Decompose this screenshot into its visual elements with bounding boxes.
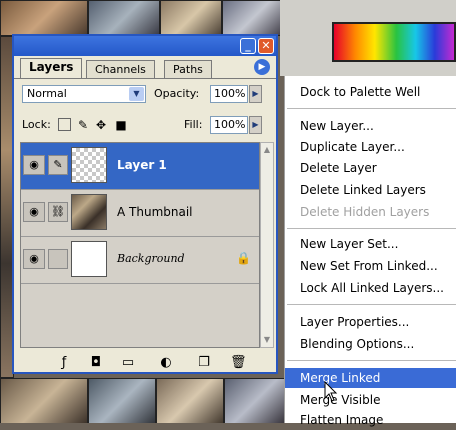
- menu-item-delete-hidden-layers: Delete Hidden Layers: [300, 205, 430, 219]
- menu-item-blending-options[interactable]: Blending Options...: [300, 334, 414, 354]
- menu-item-delete-layer[interactable]: Delete Layer: [300, 158, 377, 178]
- eye-icon[interactable]: ◉: [23, 249, 45, 269]
- menu-item-dock-to-palette-well[interactable]: Dock to Palette Well: [300, 82, 420, 102]
- blend-mode-value: Normal: [27, 87, 67, 100]
- opacity-input[interactable]: 100%: [210, 85, 248, 103]
- menu-item-new-layer[interactable]: New Layer...: [300, 116, 374, 136]
- palette-footer: ƒ ◘ ▭ ◐ ❐ 🗑: [14, 354, 276, 372]
- layer-list-scrollbar[interactable]: ▲ ▼: [260, 142, 274, 348]
- layer-name[interactable]: A Thumbnail: [117, 205, 193, 219]
- mouse-pointer-icon: [324, 381, 338, 402]
- layer-style-icon[interactable]: ƒ: [56, 355, 72, 371]
- eye-icon[interactable]: ◉: [23, 155, 45, 175]
- menu-item-merge-visible[interactable]: Merge Visible: [300, 390, 380, 410]
- new-set-icon[interactable]: ▭: [120, 355, 136, 371]
- blend-opacity-row: Normal ▼ Opacity: 100% ▶: [22, 85, 270, 105]
- palette-menu-arrow-icon[interactable]: ▶: [254, 59, 270, 75]
- layer-row-background[interactable]: ◉ Background 🔒: [21, 237, 259, 284]
- chevron-down-icon[interactable]: ▼: [129, 87, 144, 101]
- blend-mode-select[interactable]: Normal ▼: [22, 85, 146, 103]
- layer-mask-icon[interactable]: ◘: [88, 355, 104, 371]
- adjustment-layer-icon[interactable]: ◐: [158, 355, 174, 371]
- menu-item-delete-linked-layers[interactable]: Delete Linked Layers: [300, 180, 426, 200]
- brush-icon[interactable]: ✎: [48, 155, 68, 175]
- opacity-slider-arrow-icon[interactable]: ▶: [249, 85, 262, 103]
- opacity-label: Opacity:: [154, 87, 200, 100]
- new-layer-icon[interactable]: ❐: [196, 355, 212, 371]
- menu-separator: [287, 108, 456, 109]
- fill-slider-arrow-icon[interactable]: ▶: [249, 116, 262, 134]
- color-spectrum-bar[interactable]: [332, 22, 456, 62]
- tab-layers[interactable]: Layers: [20, 58, 83, 78]
- layer-thumbnail: [71, 194, 107, 230]
- lock-label: Lock:: [22, 118, 51, 131]
- lock-all-icon[interactable]: ■: [114, 118, 128, 132]
- lock-fill-row: Lock: ✎ ✥ ■ Fill: 100% ▶: [22, 116, 270, 136]
- layer-thumbnail: [71, 147, 107, 183]
- menu-item-flatten-image[interactable]: Flatten Image: [300, 410, 383, 430]
- layers-palette: _ ✕ Layers Channels Paths ▶ Normal ▼ Opa…: [12, 34, 278, 374]
- scroll-up-icon[interactable]: ▲: [261, 143, 273, 157]
- layer-name[interactable]: Background: [117, 252, 185, 265]
- link-icon[interactable]: ⛓: [48, 202, 68, 222]
- palette-tabs: Layers Channels Paths ▶: [20, 58, 272, 78]
- layer-thumbnail: [71, 241, 107, 277]
- layer-name[interactable]: Layer 1: [117, 158, 167, 172]
- lock-position-move-icon[interactable]: ✥: [94, 118, 108, 132]
- fill-input[interactable]: 100%: [210, 116, 248, 134]
- menu-item-layer-properties[interactable]: Layer Properties...: [300, 312, 409, 332]
- menu-separator: [287, 228, 456, 229]
- lock-icon: 🔒: [236, 251, 251, 265]
- menu-separator: [287, 360, 456, 361]
- layer-list: ◉ ✎ Layer 1 ◉ ⛓ A Thumbnail ◉ Background…: [20, 142, 260, 348]
- fill-label: Fill:: [184, 118, 203, 131]
- eye-icon[interactable]: ◉: [23, 202, 45, 222]
- menu-separator: [287, 304, 456, 305]
- tab-divider: [14, 78, 276, 79]
- lock-image-brush-icon[interactable]: ✎: [76, 118, 90, 132]
- menu-item-lock-all-linked-layers[interactable]: Lock All Linked Layers...: [300, 278, 444, 298]
- menu-item-merge-linked[interactable]: Merge Linked: [300, 368, 380, 388]
- layer-row-a-thumbnail[interactable]: ◉ ⛓ A Thumbnail: [21, 190, 259, 237]
- palette-titlebar[interactable]: _ ✕: [14, 36, 276, 56]
- menu-item-new-set-from-linked[interactable]: New Set From Linked...: [300, 256, 438, 276]
- empty-link-slot[interactable]: [48, 249, 68, 269]
- scroll-down-icon[interactable]: ▼: [261, 333, 273, 347]
- layers-palette-menu: Dock to Palette Well New Layer... Duplic…: [284, 76, 456, 427]
- minimize-icon[interactable]: _: [240, 38, 256, 54]
- trash-icon[interactable]: 🗑: [230, 355, 247, 371]
- tab-channels[interactable]: Channels: [86, 60, 155, 78]
- layer-row-layer-1[interactable]: ◉ ✎ Layer 1: [21, 143, 259, 190]
- menu-item-duplicate-layer[interactable]: Duplicate Layer...: [300, 137, 405, 157]
- close-icon[interactable]: ✕: [258, 38, 274, 54]
- tab-paths[interactable]: Paths: [164, 60, 212, 78]
- lock-transparency-icon[interactable]: [58, 118, 71, 131]
- menu-item-new-layer-set[interactable]: New Layer Set...: [300, 234, 398, 254]
